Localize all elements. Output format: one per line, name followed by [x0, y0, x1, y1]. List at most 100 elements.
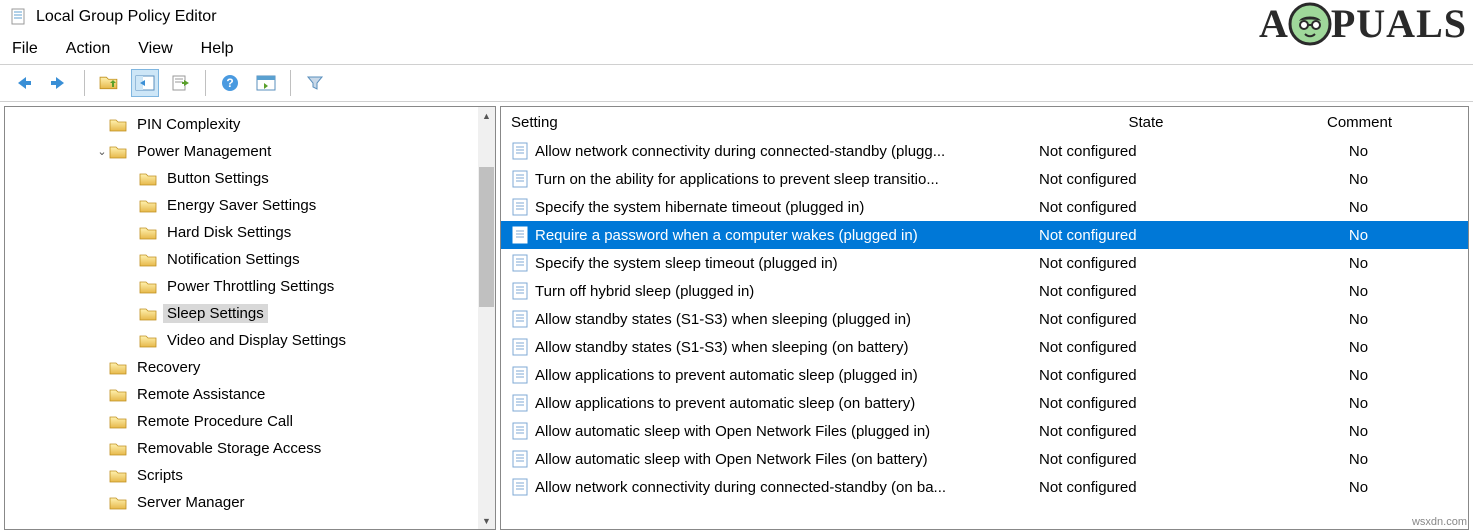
tree-node[interactable]: Energy Saver Settings	[5, 192, 478, 219]
tree-node-label: Scripts	[133, 466, 187, 485]
folder-icon	[109, 441, 127, 456]
cell-setting: Turn on the ability for applications to …	[535, 171, 1039, 188]
back-button[interactable]	[10, 69, 38, 97]
folder-icon	[139, 333, 157, 348]
cell-setting: Specify the system sleep timeout (plugge…	[535, 255, 1039, 272]
tree-node[interactable]: Recovery	[5, 354, 478, 381]
folder-icon	[109, 387, 127, 402]
twisty-icon[interactable]: ⌄	[95, 145, 109, 158]
cell-state: Not configured	[1039, 171, 1249, 188]
cell-comment: No	[1249, 199, 1468, 216]
help-button[interactable]: ?	[216, 69, 244, 97]
tree-node-label: Power Management	[133, 142, 275, 161]
menu-view[interactable]: View	[138, 40, 172, 58]
tree-node-label: Sleep Settings	[163, 304, 268, 323]
toolbar-separator	[84, 70, 85, 96]
policy-icon	[511, 310, 529, 328]
policy-row[interactable]: Specify the system sleep timeout (plugge…	[501, 249, 1468, 277]
menu-action[interactable]: Action	[66, 40, 110, 58]
scroll-up-icon[interactable]: ▲	[478, 107, 495, 124]
tree-node[interactable]: Sleep Settings	[5, 300, 478, 327]
tree-pane: PIN Complexity ⌄ Power Management Button Se…	[4, 106, 496, 530]
folder-icon	[109, 495, 127, 510]
export-button[interactable]	[167, 69, 195, 97]
help-icon: ?	[221, 74, 239, 92]
show-hide-tree-button[interactable]	[131, 69, 159, 97]
tree-node[interactable]: Hard Disk Settings	[5, 219, 478, 246]
toolbar-separator	[205, 70, 206, 96]
tree-node-label: Recovery	[133, 358, 204, 377]
cell-setting: Allow standby states (S1-S3) when sleepi…	[535, 311, 1039, 328]
menu-file[interactable]: File	[12, 40, 38, 58]
folder-icon	[109, 144, 127, 159]
tree-node[interactable]: PIN Complexity	[5, 111, 478, 138]
tree-node-label: Server Manager	[133, 493, 249, 512]
folder-icon	[139, 225, 157, 240]
filter-options-button[interactable]	[252, 69, 280, 97]
policy-icon	[511, 478, 529, 496]
folder-icon	[139, 171, 157, 186]
policy-row[interactable]: Allow automatic sleep with Open Network …	[501, 417, 1468, 445]
policy-row[interactable]: Allow standby states (S1-S3) when sleepi…	[501, 333, 1468, 361]
tree-node[interactable]: Remote Assistance	[5, 381, 478, 408]
watermark-text: PUALS	[1331, 0, 1467, 47]
tree-node[interactable]: Removable Storage Access	[5, 435, 478, 462]
cell-state: Not configured	[1039, 283, 1249, 300]
title-bar: Local Group Policy Editor	[0, 0, 1473, 34]
cell-state: Not configured	[1039, 423, 1249, 440]
scroll-thumb[interactable]	[479, 167, 494, 307]
cell-state: Not configured	[1039, 227, 1249, 244]
watermark-text: A	[1259, 0, 1289, 47]
policy-row[interactable]: Turn off hybrid sleep (plugged in)Not co…	[501, 277, 1468, 305]
policy-row[interactable]: Require a password when a computer wakes…	[501, 221, 1468, 249]
policy-row[interactable]: Allow network connectivity during connec…	[501, 473, 1468, 501]
tree-scrollbar[interactable]: ▲ ▼	[478, 107, 495, 529]
tree-node[interactable]: Notification Settings	[5, 246, 478, 273]
tree-node[interactable]: Scripts	[5, 462, 478, 489]
column-state[interactable]: State	[1041, 114, 1251, 131]
folder-icon	[109, 414, 127, 429]
policy-row[interactable]: Allow automatic sleep with Open Network …	[501, 445, 1468, 473]
up-button[interactable]	[95, 69, 123, 97]
export-list-icon	[171, 74, 191, 92]
column-setting[interactable]: Setting	[511, 114, 1041, 131]
tree-view[interactable]: PIN Complexity ⌄ Power Management Button Se…	[5, 107, 478, 529]
svg-text:?: ?	[226, 76, 233, 90]
policy-row[interactable]: Allow applications to prevent automatic …	[501, 361, 1468, 389]
cell-state: Not configured	[1039, 143, 1249, 160]
watermark: A PUALS	[1259, 0, 1467, 47]
tree-node[interactable]: Video and Display Settings	[5, 327, 478, 354]
tree-node-label: Remote Procedure Call	[133, 412, 297, 431]
policy-row[interactable]: Turn on the ability for applications to …	[501, 165, 1468, 193]
filter-options-icon	[256, 74, 276, 92]
filter-button[interactable]	[301, 69, 329, 97]
cell-comment: No	[1249, 311, 1468, 328]
cell-state: Not configured	[1039, 199, 1249, 216]
tree-node[interactable]: Remote Procedure Call	[5, 408, 478, 435]
cell-setting: Allow network connectivity during connec…	[535, 143, 1039, 160]
policy-row[interactable]: Specify the system hibernate timeout (pl…	[501, 193, 1468, 221]
menu-bar: File Action View Help	[0, 34, 1473, 64]
tree-node-label: Button Settings	[163, 169, 273, 188]
menu-help[interactable]: Help	[201, 40, 234, 58]
policy-row[interactable]: Allow applications to prevent automatic …	[501, 389, 1468, 417]
forward-button[interactable]	[46, 69, 74, 97]
cell-setting: Allow standby states (S1-S3) when sleepi…	[535, 339, 1039, 356]
source-watermark: wsxdn.com	[1412, 516, 1467, 528]
tree-node-label: Hard Disk Settings	[163, 223, 295, 242]
folder-icon	[139, 252, 157, 267]
column-comment[interactable]: Comment	[1251, 114, 1468, 131]
scroll-down-icon[interactable]: ▼	[478, 512, 495, 529]
console-tree-icon	[135, 74, 155, 92]
policy-icon	[511, 450, 529, 468]
tree-node[interactable]: Server Manager	[5, 489, 478, 516]
tree-node[interactable]: Power Throttling Settings	[5, 273, 478, 300]
policy-row[interactable]: Allow network connectivity during connec…	[501, 137, 1468, 165]
toolbar: ?	[0, 64, 1473, 102]
cell-state: Not configured	[1039, 367, 1249, 384]
tree-node[interactable]: Button Settings	[5, 165, 478, 192]
cell-state: Not configured	[1039, 255, 1249, 272]
tree-node[interactable]: ⌄ Power Management	[5, 138, 478, 165]
cell-setting: Allow applications to prevent automatic …	[535, 367, 1039, 384]
policy-row[interactable]: Allow standby states (S1-S3) when sleepi…	[501, 305, 1468, 333]
